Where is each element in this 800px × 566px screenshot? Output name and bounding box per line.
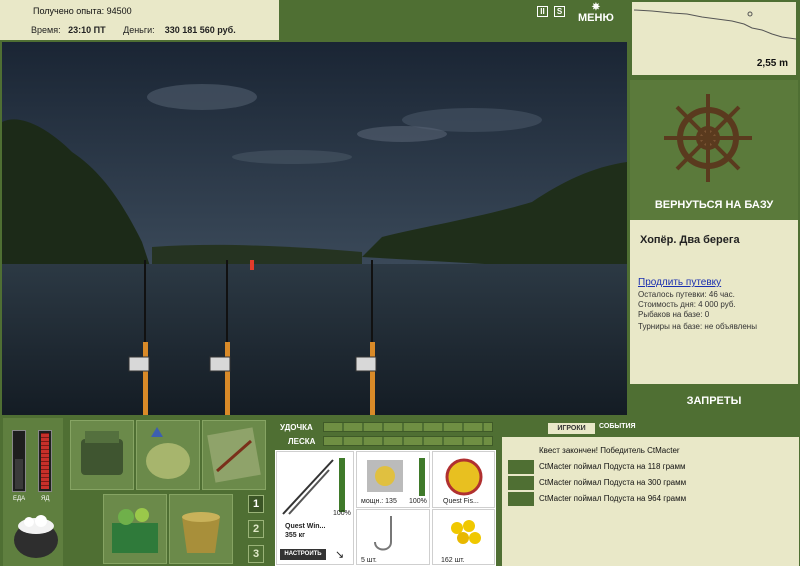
top-bar: [281, 0, 627, 26]
arrow-icon[interactable]: ↘: [335, 548, 344, 561]
scene-art: [2, 42, 627, 415]
location-title: Хопёр. Два берега: [640, 234, 740, 246]
basket-icon: [112, 508, 158, 553]
helm-icon: ✵: [591, 2, 601, 13]
ship-wheel-icon: [664, 94, 752, 182]
event-line: CtMacter поймал Подуста на 300 грамм: [539, 478, 687, 487]
fish-icon: [508, 460, 534, 474]
food-bar: [12, 430, 26, 492]
line-slot[interactable]: Quest Fis...: [432, 451, 495, 508]
hook-count: 5 шт.: [361, 557, 377, 564]
exp-row: Получено опыта: 94500: [33, 6, 132, 16]
menu-button[interactable]: ✵ МЕНЮ: [578, 2, 614, 25]
line-name: Quest Fis...: [443, 498, 479, 505]
tackle-box-icon: [81, 431, 123, 475]
line-tension-bar: [323, 436, 493, 446]
fish-icon: [508, 492, 534, 506]
location-panel: Хопёр. Два берега Продлить путевку Остал…: [630, 220, 798, 384]
tournaments-text: Турниры на базе: не объявлены: [638, 322, 757, 331]
poison-label: ЯД: [41, 496, 50, 502]
bucket-slot[interactable]: [169, 494, 233, 564]
rod-weight: 355 кг: [285, 532, 306, 539]
rod-percent: 100%: [333, 510, 351, 517]
exp-value: 94500: [106, 6, 132, 16]
bait-count: 162 шт.: [441, 557, 465, 564]
rod-tension-bar: [323, 422, 493, 432]
poison-bar: [38, 430, 52, 492]
meters-panel: ЕДА ЯД: [3, 418, 63, 566]
line-spool-icon: [445, 458, 483, 496]
corn-bait-icon: [451, 520, 481, 544]
sound-icon[interactable]: S: [554, 6, 565, 17]
fishing-scene[interactable]: [2, 42, 627, 415]
pause-icon[interactable]: II: [537, 6, 548, 17]
tab-players[interactable]: ИГРОКИ: [548, 423, 595, 434]
event-line: CtMacter поймал Подуста на 964 грамм: [539, 494, 687, 503]
food-label: ЕДА: [13, 496, 26, 502]
money-label: Деньги:: [123, 25, 155, 35]
info-panel: Получено опыта: 94500 Время: 23:10 ПТ Де…: [0, 0, 281, 42]
depth-value: 2,55 m: [756, 58, 788, 69]
rod-name: Quest Win...: [285, 523, 326, 530]
setup-button[interactable]: НАСТРОИТЬ: [280, 549, 326, 560]
bans-button[interactable]: ЗАПРЕТЫ: [630, 395, 798, 407]
time-label: Время:: [31, 25, 61, 35]
rod-slot[interactable]: 100% Quest Win... 355 кг НАСТРОИТЬ ↘: [276, 451, 354, 565]
bag-icon: [146, 427, 190, 479]
rod-durability-bar: [339, 458, 345, 512]
events-panel: [502, 420, 799, 566]
reel-icon: [367, 460, 403, 492]
depth-panel: 2,55 m: [630, 0, 798, 77]
hook-icon: [374, 516, 392, 551]
menu-label: МЕНЮ: [578, 12, 614, 24]
page-3-button[interactable]: 3: [248, 545, 264, 563]
bucket-icon: [182, 512, 220, 553]
cauldron-icon[interactable]: [9, 510, 63, 562]
page-1-button[interactable]: 1: [248, 495, 264, 513]
remaining-text: Осталось путевки: 46 час.: [638, 290, 735, 299]
tackle-box-slot[interactable]: [70, 420, 134, 490]
gear-header: УДОЧКА ЛЕСКА: [275, 420, 496, 450]
exp-label: Получено опыта:: [33, 6, 105, 16]
reel-durability-bar: [419, 458, 425, 496]
money-value: 330 181 560 руб.: [164, 25, 236, 35]
time-value: 23:10 ПТ: [68, 25, 106, 35]
bait-bag-slot[interactable]: [136, 420, 200, 490]
day-cost-text: Стоимость дня: 4 000 руб.: [638, 300, 736, 309]
reel-power: мощн.: 135: [361, 498, 397, 505]
tab-events[interactable]: СОБЫТИЯ: [599, 423, 636, 430]
map-slot[interactable]: [202, 420, 266, 490]
time-money-row: Время: 23:10 ПТ Деньги: 330 181 560 руб.: [31, 25, 236, 35]
line-label: ЛЕСКА: [288, 437, 316, 446]
fish-icon: [508, 476, 534, 490]
food-basket-slot[interactable]: [103, 494, 167, 564]
rod-label: УДОЧКА: [280, 423, 313, 432]
return-to-base-button[interactable]: ВЕРНУТЬСЯ НА БАЗУ: [630, 199, 798, 211]
event-line: CtMacter поймал Подуста на 118 грамм: [539, 462, 686, 471]
map-icon: [207, 427, 261, 483]
rod-icon: [282, 459, 334, 515]
hook-slot[interactable]: 5 шт.: [356, 509, 430, 565]
events-tabs: [502, 420, 799, 437]
fishers-text: Рыбаков на базе: 0: [638, 310, 710, 319]
quest-message: Квест закончен! Победитель CtMacter: [539, 446, 680, 455]
extend-permit-link[interactable]: Продлить путевку: [638, 277, 721, 288]
reel-percent: 100%: [409, 498, 427, 505]
page-2-button[interactable]: 2: [248, 520, 264, 538]
reel-slot[interactable]: мощн.: 135 100%: [356, 451, 430, 508]
bait-slot[interactable]: 162 шт.: [432, 509, 495, 565]
